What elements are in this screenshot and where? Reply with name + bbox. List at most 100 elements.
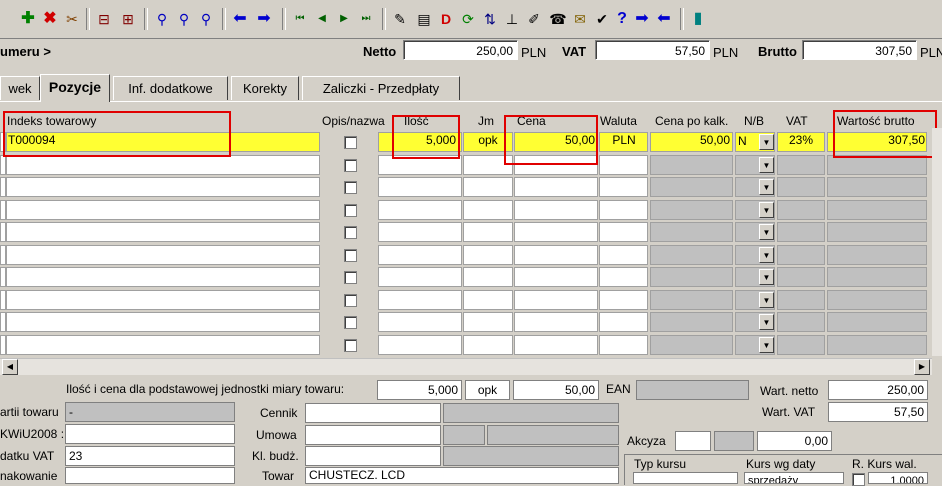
table-cell[interactable] bbox=[6, 222, 320, 242]
arrow-right-icon[interactable]: ➡ bbox=[254, 9, 274, 29]
table-cell[interactable] bbox=[514, 290, 598, 310]
row-marker[interactable] bbox=[0, 155, 6, 175]
table-cell[interactable] bbox=[735, 335, 775, 355]
kurs-wal-field[interactable]: 1,0000 bbox=[868, 472, 928, 484]
edit-icon[interactable]: ✎ bbox=[390, 9, 410, 29]
table-cell[interactable] bbox=[6, 245, 320, 265]
refresh-icon[interactable]: ⟳ bbox=[458, 9, 478, 29]
table-cell[interactable] bbox=[378, 335, 462, 355]
check-icon[interactable]: ✔ bbox=[592, 9, 612, 29]
table-cell[interactable] bbox=[463, 267, 513, 287]
cennik-field[interactable] bbox=[305, 403, 441, 423]
table-cell[interactable] bbox=[599, 155, 648, 175]
table-cell[interactable] bbox=[463, 290, 513, 310]
akcyza-value-field[interactable]: 0,00 bbox=[757, 431, 832, 451]
row-marker[interactable] bbox=[0, 267, 6, 287]
table-cell[interactable] bbox=[599, 335, 648, 355]
brutto-field[interactable]: 307,50 bbox=[802, 40, 917, 60]
stawka-vat-field[interactable]: 23 bbox=[65, 446, 235, 466]
r-kurs-checkbox[interactable] bbox=[852, 473, 865, 486]
table-cell[interactable] bbox=[735, 312, 775, 332]
chevron-down-icon[interactable]: ▼ bbox=[759, 269, 774, 285]
add-icon[interactable]: ✚ bbox=[18, 9, 38, 29]
opis-checkbox[interactable] bbox=[344, 136, 357, 149]
forward-icon[interactable]: ➡ bbox=[632, 9, 652, 29]
row1-nb[interactable]: N bbox=[738, 134, 747, 148]
opis-checkbox[interactable] bbox=[344, 271, 357, 284]
back-icon[interactable]: ⬅ bbox=[654, 9, 674, 29]
sort-icon[interactable]: ⇅ bbox=[480, 9, 500, 29]
tree-icon[interactable]: ⊥ bbox=[502, 9, 522, 29]
table-cell[interactable] bbox=[735, 290, 775, 310]
towar-field[interactable]: CHUSTECZ. LCD bbox=[305, 467, 619, 484]
table-cell[interactable] bbox=[463, 177, 513, 197]
umowa-field[interactable] bbox=[305, 425, 441, 445]
prev-icon[interactable]: ◀ bbox=[312, 9, 332, 29]
wart-netto-field[interactable]: 250,00 bbox=[828, 380, 928, 400]
table-cell[interactable] bbox=[378, 312, 462, 332]
table-cell[interactable] bbox=[599, 177, 648, 197]
find-replace-icon[interactable]: ⚲ bbox=[196, 9, 216, 29]
table-cell[interactable] bbox=[6, 335, 320, 355]
chevron-down-icon[interactable]: ▼ bbox=[759, 337, 774, 353]
table-cell[interactable] bbox=[463, 335, 513, 355]
tab-naglowek[interactable]: wek bbox=[0, 76, 40, 100]
help-icon[interactable]: ? bbox=[612, 9, 632, 29]
table-cell[interactable] bbox=[735, 177, 775, 197]
horizontal-scrollbar[interactable]: ◀ ▶ bbox=[0, 358, 932, 375]
delete-icon[interactable]: ✖ bbox=[40, 9, 60, 29]
table-cell[interactable] bbox=[599, 200, 648, 220]
table-cell[interactable] bbox=[599, 312, 648, 332]
table-cell[interactable] bbox=[378, 245, 462, 265]
table-cell[interactable] bbox=[6, 290, 320, 310]
row-marker[interactable] bbox=[0, 290, 6, 310]
opis-checkbox[interactable] bbox=[344, 316, 357, 329]
table-cell[interactable] bbox=[599, 222, 648, 242]
table-cell[interactable] bbox=[735, 200, 775, 220]
row1-waluta[interactable]: PLN bbox=[600, 133, 648, 147]
split-icon[interactable]: ⊟ bbox=[94, 9, 114, 29]
opis-checkbox[interactable] bbox=[344, 226, 357, 239]
report-d-icon[interactable]: D bbox=[436, 9, 456, 29]
table-cell[interactable] bbox=[6, 155, 320, 175]
ean-field[interactable] bbox=[636, 380, 749, 400]
table-cell[interactable] bbox=[6, 267, 320, 287]
table-cell[interactable] bbox=[378, 222, 462, 242]
row-marker[interactable] bbox=[0, 335, 6, 355]
row-marker[interactable] bbox=[0, 245, 6, 265]
row-marker[interactable] bbox=[0, 222, 6, 242]
find-icon[interactable]: ⚲ bbox=[152, 9, 172, 29]
row-marker[interactable] bbox=[0, 200, 6, 220]
tab-korekty[interactable]: Korekty bbox=[231, 76, 299, 100]
table-cell[interactable] bbox=[378, 200, 462, 220]
table-cell[interactable] bbox=[378, 177, 462, 197]
vat-field[interactable]: 57,50 bbox=[595, 40, 710, 60]
tab-zaliczki[interactable]: Zaliczki - Przedpłaty bbox=[302, 76, 460, 100]
chevron-down-icon[interactable]: ▼ bbox=[759, 179, 774, 195]
table-cell[interactable] bbox=[735, 222, 775, 242]
table-cell[interactable] bbox=[599, 245, 648, 265]
opis-checkbox[interactable] bbox=[344, 339, 357, 352]
chevron-down-icon[interactable]: ▼ bbox=[759, 247, 774, 263]
table-cell[interactable] bbox=[6, 312, 320, 332]
typ-kursu-field[interactable] bbox=[633, 472, 738, 484]
first-icon[interactable]: ⏮ bbox=[290, 9, 310, 29]
scroll-right-icon[interactable]: ▶ bbox=[914, 359, 930, 375]
chevron-down-icon[interactable]: ▼ bbox=[759, 292, 774, 308]
chevron-down-icon[interactable]: ▼ bbox=[759, 157, 774, 173]
table-cell[interactable] bbox=[6, 200, 320, 220]
phone-icon[interactable]: ☎ bbox=[548, 9, 568, 29]
opis-checkbox[interactable] bbox=[344, 294, 357, 307]
scroll-left-icon[interactable]: ◀ bbox=[2, 359, 18, 375]
chevron-down-icon[interactable]: ▼ bbox=[759, 134, 774, 150]
wart-vat-field[interactable]: 57,50 bbox=[828, 402, 928, 422]
akcyza-code-field[interactable] bbox=[675, 431, 711, 451]
opis-checkbox[interactable] bbox=[344, 181, 357, 194]
table-cell[interactable] bbox=[514, 177, 598, 197]
table-cell[interactable] bbox=[463, 222, 513, 242]
opis-checkbox[interactable] bbox=[344, 159, 357, 172]
exit-door-icon[interactable]: ▮ bbox=[688, 9, 708, 29]
unit-price-field[interactable]: 50,00 bbox=[513, 380, 599, 400]
unit-qty-field[interactable]: 5,000 bbox=[377, 380, 462, 400]
opakowanie-field[interactable] bbox=[65, 467, 235, 484]
